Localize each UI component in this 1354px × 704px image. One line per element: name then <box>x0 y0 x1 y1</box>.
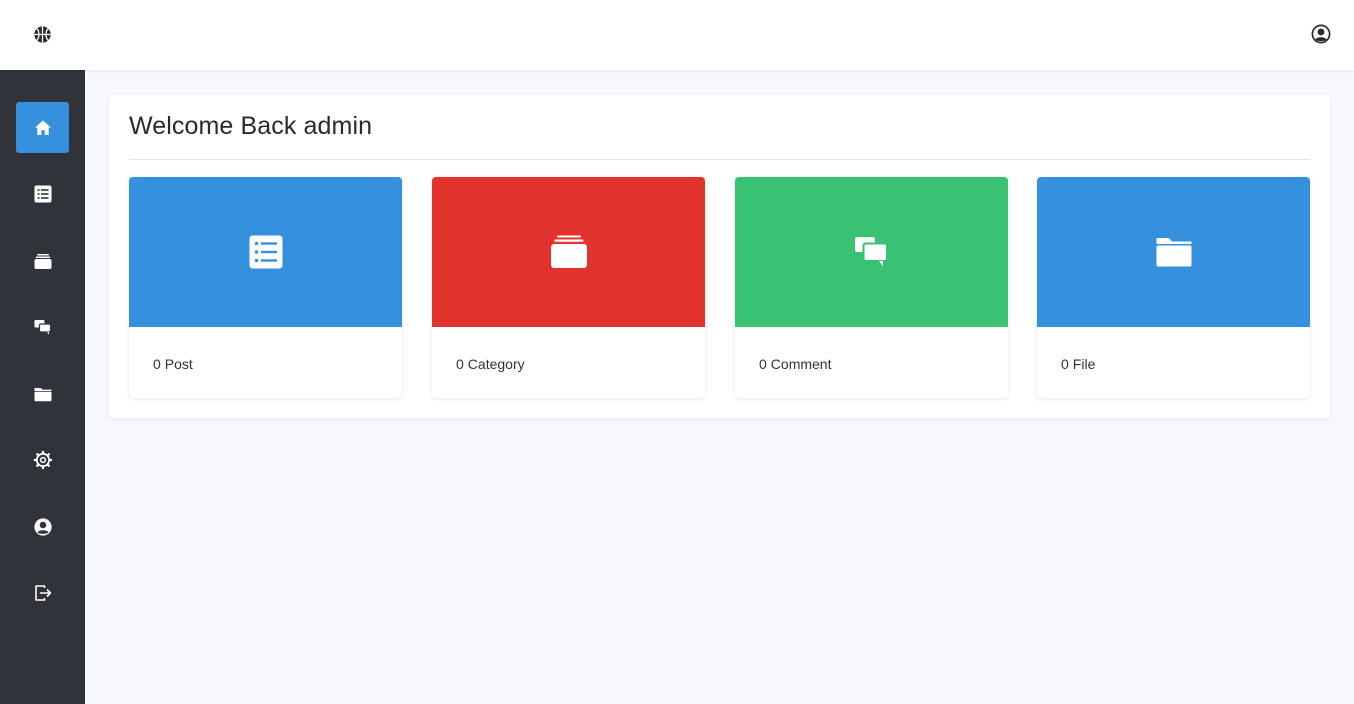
card-count: 0 <box>1061 356 1069 372</box>
list-icon <box>34 185 51 202</box>
layers-icon <box>34 253 51 269</box>
card-count: 0 <box>456 356 464 372</box>
sidebar-item-profile[interactable] <box>16 501 69 552</box>
comments-icon <box>34 319 51 335</box>
sidebar-item-home[interactable] <box>16 102 69 153</box>
sidebar-item-settings[interactable] <box>16 434 69 485</box>
top-bar <box>0 0 1354 70</box>
user-circle-icon[interactable] <box>1311 24 1331 44</box>
card-title: Category <box>467 356 525 372</box>
card-label: 0 Comment <box>759 356 835 372</box>
comments-icon <box>854 237 888 267</box>
card-count: 0 <box>153 356 161 372</box>
card-band <box>1037 177 1310 327</box>
divider <box>129 159 1310 160</box>
card-label: 0 File <box>1061 356 1099 372</box>
card-label: 0 Post <box>153 356 197 372</box>
card-title: File <box>1072 356 1096 372</box>
home-icon <box>34 120 51 135</box>
gear-icon <box>33 450 52 469</box>
sidebar-item-comments[interactable] <box>16 301 69 352</box>
card-comments[interactable]: 0 Comment <box>735 177 1008 398</box>
page-title: Welcome Back admin <box>129 112 373 140</box>
card-title: Comment <box>770 356 832 372</box>
card-band <box>735 177 1008 327</box>
card-posts[interactable]: 0 Post <box>129 177 402 398</box>
sidebar-item-posts[interactable] <box>16 168 69 219</box>
dashboard-panel: Welcome Back admin 0 Post 0 Category 0 C… <box>109 95 1330 418</box>
card-band <box>129 177 402 327</box>
folder-icon <box>1156 238 1191 267</box>
card-label: 0 Category <box>456 356 529 372</box>
card-categories[interactable]: 0 Category <box>432 177 705 398</box>
card-files[interactable]: 0 File <box>1037 177 1310 398</box>
folder-icon <box>34 387 51 401</box>
layers-icon <box>550 235 587 268</box>
sidebar-item-files[interactable] <box>16 368 69 419</box>
card-band <box>432 177 705 327</box>
card-title: Post <box>164 356 193 372</box>
basketball-icon[interactable] <box>33 25 52 44</box>
logout-icon <box>34 584 51 601</box>
list-icon <box>249 235 282 269</box>
sidebar-item-categories[interactable] <box>16 235 69 286</box>
user-circle-icon <box>33 517 52 536</box>
sidebar <box>0 70 85 704</box>
card-count: 0 <box>759 356 767 372</box>
sidebar-item-logout[interactable] <box>16 567 69 618</box>
